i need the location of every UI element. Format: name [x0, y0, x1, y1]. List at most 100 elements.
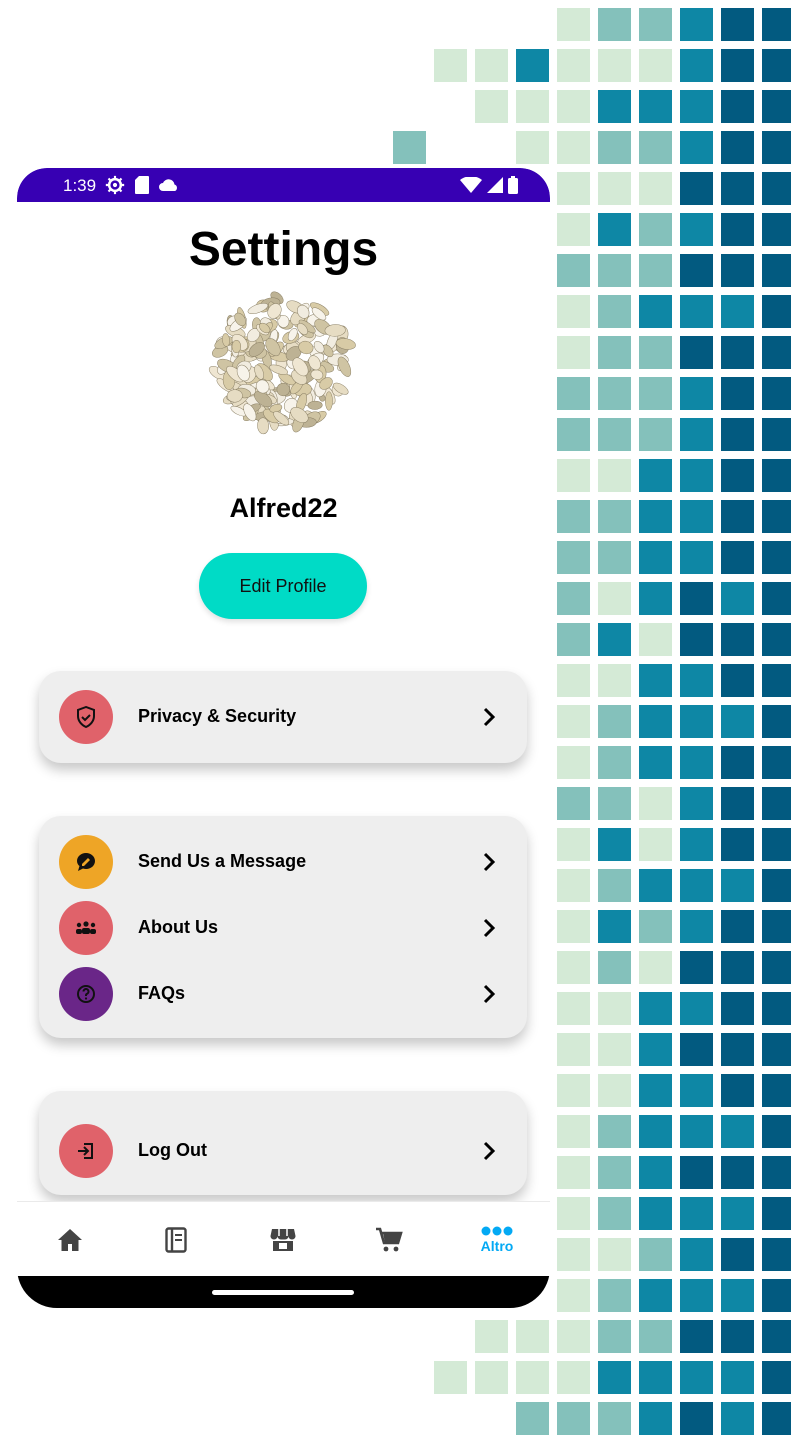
mosaic-tile	[721, 172, 754, 205]
mosaic-tile	[721, 992, 754, 1025]
mosaic-tile	[516, 1361, 549, 1394]
mosaic-tile	[557, 664, 590, 697]
mosaic-tile	[639, 131, 672, 164]
mosaic-tile	[557, 254, 590, 287]
mosaic-tile	[598, 828, 631, 861]
battery-icon	[508, 176, 518, 194]
mosaic-tile	[639, 541, 672, 574]
mosaic-tile	[721, 664, 754, 697]
mosaic-tile	[557, 1320, 590, 1353]
mosaic-tile	[598, 90, 631, 123]
signal-icon	[487, 177, 503, 193]
chevron-right-icon	[483, 852, 496, 872]
mosaic-tile	[762, 1074, 791, 1107]
mosaic-tile	[639, 992, 672, 1025]
mosaic-tile	[557, 1361, 590, 1394]
mosaic-tile	[639, 1033, 672, 1066]
edit-profile-button[interactable]: Edit Profile	[199, 553, 367, 619]
mosaic-tile	[557, 1074, 590, 1107]
nav-home[interactable]	[17, 1202, 123, 1277]
nav-notebook[interactable]	[123, 1202, 229, 1277]
mosaic-tile	[598, 213, 631, 246]
mosaic-tile	[639, 336, 672, 369]
mosaic-tile	[680, 582, 713, 615]
mosaic-tile	[680, 254, 713, 287]
mosaic-tile	[721, 1402, 754, 1435]
mosaic-tile	[762, 787, 791, 820]
mosaic-tile	[639, 90, 672, 123]
mosaic-tile	[639, 49, 672, 82]
mosaic-tile	[721, 1197, 754, 1230]
settings-row-log-out[interactable]: Log Out	[39, 1124, 527, 1178]
mosaic-tile	[721, 1361, 754, 1394]
mosaic-tile	[721, 459, 754, 492]
mosaic-tile	[680, 295, 713, 328]
mosaic-tile	[639, 1074, 672, 1107]
mosaic-tile	[598, 787, 631, 820]
mosaic-tile	[557, 418, 590, 451]
mosaic-tile	[680, 951, 713, 984]
mosaic-tile	[639, 1279, 672, 1312]
support-card: Send Us a Message About Us FAQs	[39, 816, 527, 1038]
nav-store[interactable]	[230, 1202, 336, 1277]
mosaic-tile	[762, 1156, 791, 1189]
mosaic-tile	[639, 705, 672, 738]
mosaic-tile	[598, 254, 631, 287]
mosaic-tile	[475, 90, 508, 123]
mosaic-tile	[639, 951, 672, 984]
settings-row-about-us[interactable]: About Us	[39, 901, 527, 955]
mosaic-tile	[639, 1238, 672, 1271]
mosaic-tile	[557, 623, 590, 656]
nav-more[interactable]: Altro	[444, 1202, 550, 1277]
mosaic-tile	[475, 1361, 508, 1394]
seed-shape	[307, 400, 323, 410]
mosaic-tile	[680, 705, 713, 738]
settings-row-faqs[interactable]: FAQs	[39, 967, 527, 1021]
mosaic-tile	[762, 8, 791, 41]
mosaic-tile	[639, 8, 672, 41]
mosaic-tile	[721, 90, 754, 123]
mosaic-tile	[762, 131, 791, 164]
mosaic-tile	[680, 131, 713, 164]
mosaic-tile	[762, 1361, 791, 1394]
mosaic-tile	[680, 1238, 713, 1271]
mosaic-tile	[762, 869, 791, 902]
mosaic-tile	[680, 828, 713, 861]
mosaic-tile	[598, 377, 631, 410]
mosaic-tile	[557, 1197, 590, 1230]
mosaic-tile	[721, 418, 754, 451]
mosaic-tile	[680, 1074, 713, 1107]
settings-gear-icon	[105, 175, 125, 195]
mosaic-tile	[598, 582, 631, 615]
settings-row-send-message[interactable]: Send Us a Message	[39, 835, 527, 889]
mosaic-tile	[557, 1156, 590, 1189]
mosaic-tile	[680, 869, 713, 902]
mosaic-tile	[721, 500, 754, 533]
gesture-handle[interactable]	[212, 1290, 354, 1295]
mosaic-tile	[721, 377, 754, 410]
mosaic-tile	[639, 1320, 672, 1353]
mosaic-tile	[516, 131, 549, 164]
mosaic-tile	[516, 49, 549, 82]
mosaic-tile	[639, 1402, 672, 1435]
mosaic-tile	[680, 90, 713, 123]
mosaic-tile	[639, 664, 672, 697]
nav-cart[interactable]	[336, 1202, 442, 1277]
chevron-right-icon	[483, 984, 496, 1004]
mosaic-tile	[557, 705, 590, 738]
mosaic-tile	[598, 705, 631, 738]
mosaic-tile	[680, 541, 713, 574]
settings-row-privacy-security[interactable]: Privacy & Security	[39, 690, 527, 744]
cart-icon	[376, 1227, 403, 1251]
mosaic-tile	[639, 1197, 672, 1230]
mosaic-tile	[639, 377, 672, 410]
page-title: Settings	[188, 223, 379, 276]
question-icon	[77, 985, 95, 1003]
mosaic-tile	[639, 295, 672, 328]
mosaic-tile	[762, 541, 791, 574]
mosaic-tile	[721, 582, 754, 615]
mosaic-tile	[721, 705, 754, 738]
mosaic-tile	[721, 746, 754, 779]
mosaic-tile	[557, 1033, 590, 1066]
seeds-avatar-image	[208, 291, 356, 435]
